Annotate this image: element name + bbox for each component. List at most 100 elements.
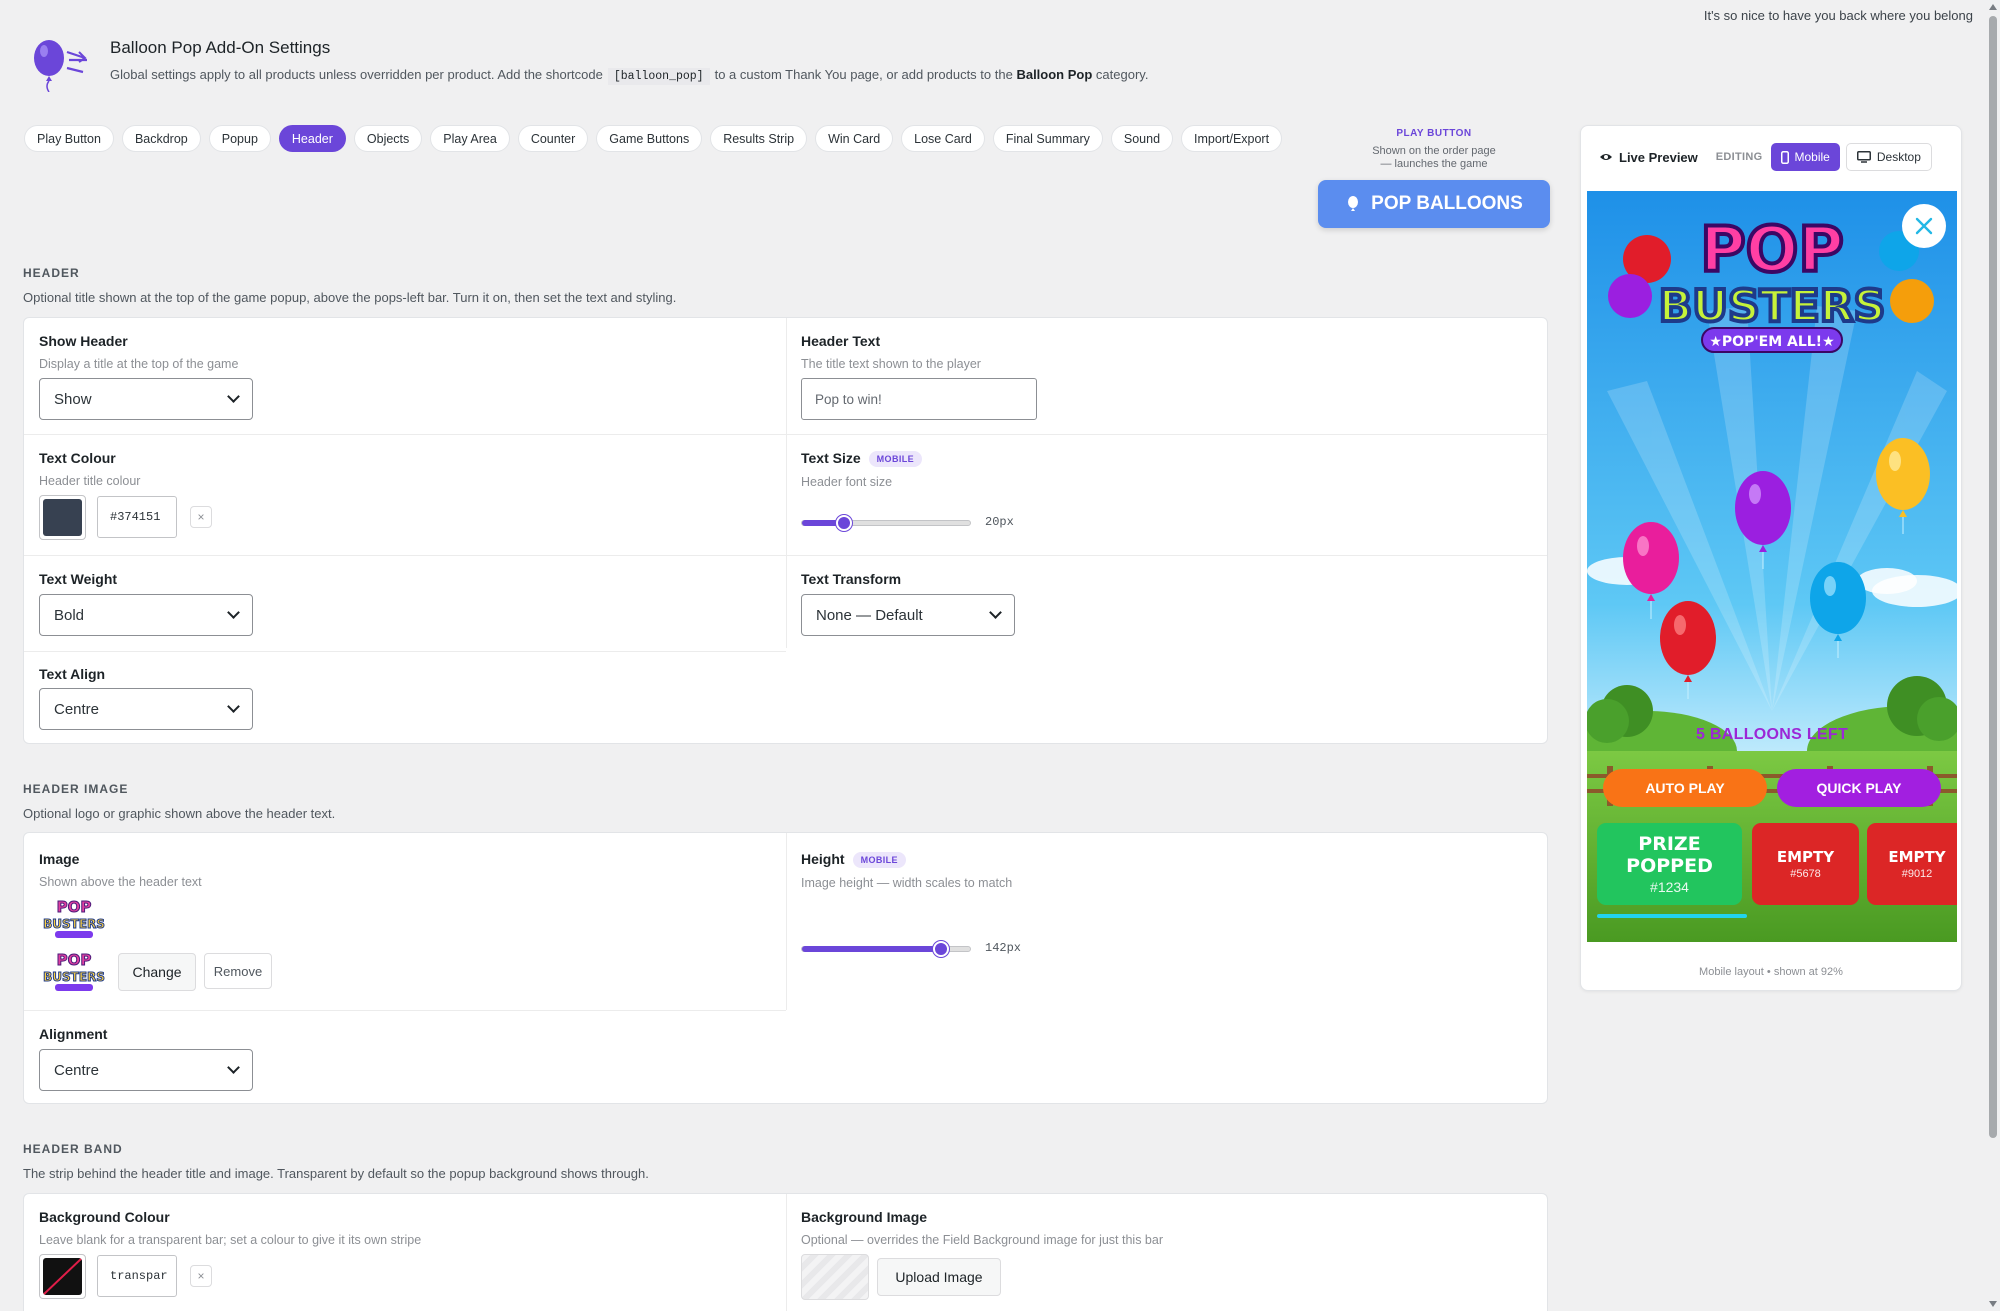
tab-win-card[interactable]: Win Card xyxy=(815,125,894,152)
section-title: HEADER BAND xyxy=(23,1142,123,1156)
chevron-down-icon xyxy=(227,390,240,403)
text-colour-hex[interactable]: #374151 xyxy=(97,496,177,538)
chevron-down-icon xyxy=(989,606,1002,619)
eye-icon xyxy=(1600,154,1612,160)
header-band-section-heading: HEADER BAND The strip behind the header … xyxy=(23,1142,1548,1181)
height-field: Height MOBILE Image height — width scales… xyxy=(801,851,1013,891)
result-card-empty: EMPTY #9012 xyxy=(1867,823,1957,905)
mobile-badge: MOBILE xyxy=(852,852,906,869)
show-header-select[interactable]: Show xyxy=(39,378,253,420)
text-colour-field: Text Colour Header title colour xyxy=(39,450,141,488)
text-size-field: Text Size MOBILE Header font size xyxy=(801,450,923,489)
play-button-preview: PLAY BUTTON Shown on the order page — la… xyxy=(1318,128,1550,228)
section-description: Optional logo or graphic shown above the… xyxy=(23,806,336,821)
editing-label: EDITING xyxy=(1715,151,1763,163)
section-title: HEADER xyxy=(23,266,80,280)
quick-play-button[interactable]: QUICK PLAY xyxy=(1777,769,1941,807)
close-game-button[interactable] xyxy=(1902,204,1946,248)
game-preview-screen: POP BUSTERS ★POP'EM ALL!★ 5 BALLOONS LEF… xyxy=(1587,191,1957,942)
pop-balloons-button[interactable]: POP BALLOONS xyxy=(1318,180,1550,228)
background-image-field: Background Image Optional — overrides th… xyxy=(801,1209,1163,1247)
header-text-input[interactable]: Pop to win! xyxy=(801,378,1037,420)
tab-import-export[interactable]: Import/Export xyxy=(1181,125,1283,152)
page-description: Global settings apply to all products un… xyxy=(110,67,1149,85)
text-transform-field: Text Transform xyxy=(801,571,902,587)
preview-footer: Mobile layout • shown at 92% xyxy=(1699,966,1843,978)
live-preview-title: Live Preview xyxy=(1599,150,1698,165)
background-colour-swatch[interactable] xyxy=(39,1254,86,1299)
text-align-select[interactable]: Centre xyxy=(39,688,253,730)
remove-image-button[interactable]: Remove xyxy=(204,953,272,989)
tab-backdrop[interactable]: Backdrop xyxy=(121,125,201,152)
page-title: Balloon Pop Add-On Settings xyxy=(110,38,331,57)
mobile-mode-button[interactable]: Mobile xyxy=(1770,143,1840,171)
alignment-select[interactable]: Centre xyxy=(39,1049,253,1091)
tab-counter[interactable]: Counter xyxy=(517,125,589,152)
svg-text:★POP'EM ALL!★: ★POP'EM ALL!★ xyxy=(1709,334,1834,350)
background-colour-hex[interactable]: transpar xyxy=(97,1255,177,1297)
mobile-badge: MOBILE xyxy=(868,451,923,468)
header-section-heading: HEADER Optional title shown at the top o… xyxy=(23,266,1548,305)
scroll-thumb[interactable] xyxy=(1989,16,1997,1138)
play-button-label: PLAY BUTTON xyxy=(1396,128,1472,139)
shortcode: [balloon_pop] xyxy=(607,68,710,85)
tab-popup[interactable]: Popup xyxy=(208,125,271,152)
slider-handle[interactable] xyxy=(836,515,852,531)
svg-text:POP: POP xyxy=(1700,213,1844,286)
live-preview-panel: Live Preview EDITING Mobile Desktop POP … xyxy=(1580,125,1962,991)
svg-text:POP: POP xyxy=(57,951,92,969)
height-value: 142px xyxy=(985,941,1022,955)
show-header-field: Show Header Display a title at the top o… xyxy=(39,333,239,371)
page-scrollbar[interactable] xyxy=(1986,0,2000,1311)
change-image-button[interactable]: Change xyxy=(118,953,196,991)
tab-play-area[interactable]: Play Area xyxy=(430,125,510,152)
balloon-icon xyxy=(1348,196,1359,211)
auto-play-button[interactable]: AUTO PLAY xyxy=(1603,769,1767,807)
text-weight-field: Text Weight xyxy=(39,571,118,587)
header-image-section-heading: HEADER IMAGE Optional logo or graphic sh… xyxy=(23,782,1548,821)
upload-image-button[interactable]: Upload Image xyxy=(877,1258,1001,1296)
text-transform-select[interactable]: None — Default xyxy=(801,594,1015,636)
background-image-placeholder xyxy=(801,1254,869,1300)
scroll-down-icon[interactable] xyxy=(1989,1301,1997,1307)
tab-lose-card[interactable]: Lose Card xyxy=(901,125,985,152)
height-slider[interactable] xyxy=(801,941,971,957)
header-image-card: Image Shown above the header text POP BUS… xyxy=(23,832,1548,1104)
result-card-empty: EMPTY #5678 xyxy=(1752,823,1859,905)
svg-text:BUSTERS: BUSTERS xyxy=(43,970,105,984)
chevron-down-icon xyxy=(227,1061,240,1074)
clear-colour-icon[interactable]: × xyxy=(190,506,212,528)
text-weight-select[interactable]: Bold xyxy=(39,594,253,636)
header-image-thumbnail: POP BUSTERS xyxy=(39,895,109,941)
results-scroll-indicator xyxy=(1597,914,1747,918)
alignment-field: Alignment xyxy=(39,1026,108,1042)
slider-handle[interactable] xyxy=(933,941,950,957)
tab-sound[interactable]: Sound xyxy=(1110,125,1174,152)
chevron-down-icon xyxy=(227,606,240,619)
result-card-prize: PRIZE POPPED #1234 xyxy=(1597,823,1742,905)
close-icon xyxy=(1915,217,1933,235)
tab-game-buttons[interactable]: Game Buttons xyxy=(596,125,703,152)
text-size-slider[interactable] xyxy=(801,515,971,531)
tab-results-strip[interactable]: Results Strip xyxy=(710,125,808,152)
background-colour-field: Background Colour Leave blank for a tran… xyxy=(39,1209,422,1247)
desktop-mode-button[interactable]: Desktop xyxy=(1845,143,1932,171)
header-text-field: Header Text The title text shown to the … xyxy=(801,333,981,371)
section-title: HEADER IMAGE xyxy=(23,782,129,796)
clear-colour-icon[interactable]: × xyxy=(190,1265,212,1287)
monitor-icon xyxy=(1856,151,1871,163)
page-header: Balloon Pop Add-On Settings Global setti… xyxy=(27,36,1148,92)
top-note: It's so nice to have you back where you … xyxy=(1703,8,1973,23)
image-field: Image Shown above the header text xyxy=(39,851,202,889)
tab-play-button[interactable]: Play Button xyxy=(24,125,114,152)
tab-objects[interactable]: Objects xyxy=(353,125,423,152)
tab-header[interactable]: Header xyxy=(278,125,346,152)
text-colour-swatch[interactable] xyxy=(39,495,86,540)
text-align-field: Text Align xyxy=(39,666,106,682)
scroll-up-icon[interactable] xyxy=(1989,4,1997,10)
tab-final-summary[interactable]: Final Summary xyxy=(992,125,1103,152)
play-button-help: Shown on the order page — launches the g… xyxy=(1372,145,1496,170)
svg-text:POP: POP xyxy=(57,898,92,916)
balloon-logo-icon xyxy=(34,40,87,92)
settings-tabs: Play Button Backdrop Popup Header Object… xyxy=(24,125,1283,152)
